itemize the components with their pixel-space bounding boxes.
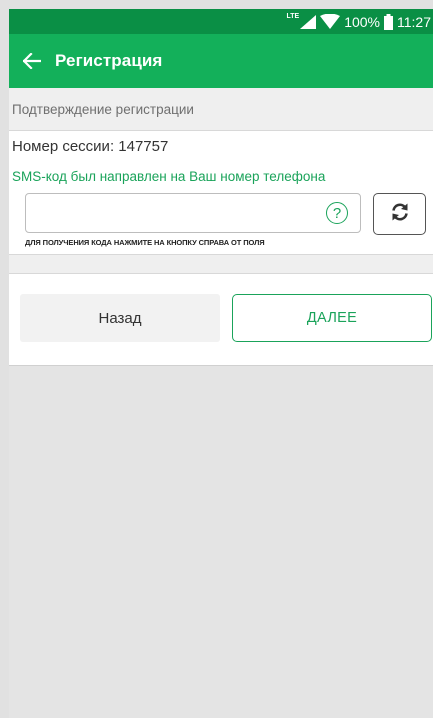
app-bar: Регистрация bbox=[9, 34, 433, 88]
status-bar: LTE 100% 11:27 bbox=[9, 9, 433, 34]
back-button[interactable]: Назад bbox=[20, 294, 220, 342]
clock: 11:27 bbox=[397, 13, 431, 30]
page-title: Регистрация bbox=[55, 51, 163, 70]
network-type: LTE bbox=[286, 13, 300, 20]
sms-code-input[interactable] bbox=[34, 195, 328, 233]
sms-code-field[interactable]: ? bbox=[25, 193, 361, 233]
wifi-icon bbox=[320, 14, 341, 29]
sms-notice: SMS-код был направлен на Ваш номер телеф… bbox=[12, 169, 326, 184]
app-screen: LTE 100% 11:27 Регистрация Подтверждение… bbox=[9, 9, 433, 718]
session-number: Номер сессии: 147757 bbox=[12, 138, 169, 155]
section-title: Подтверждение регистрации bbox=[12, 101, 194, 117]
action-bar: Назад ДАЛЕЕ bbox=[9, 274, 433, 366]
back-arrow-icon[interactable] bbox=[23, 53, 41, 69]
next-button[interactable]: ДАЛЕЕ bbox=[232, 294, 432, 342]
section-header: Подтверждение регистрации bbox=[9, 88, 433, 131]
divider bbox=[9, 254, 433, 274]
code-hint: ДЛЯ ПОЛУЧЕНИЯ КОДА НАЖМИТЕ НА КНОПКУ СПР… bbox=[25, 238, 265, 247]
help-icon[interactable]: ? bbox=[326, 202, 348, 224]
battery-percent: 100% bbox=[344, 13, 380, 30]
refresh-icon bbox=[390, 202, 410, 227]
confirmation-form: Номер сессии: 147757 SMS-код был направл… bbox=[9, 131, 433, 254]
signal-icon bbox=[300, 14, 317, 29]
battery-icon bbox=[384, 13, 393, 30]
resend-code-button[interactable] bbox=[373, 193, 426, 235]
